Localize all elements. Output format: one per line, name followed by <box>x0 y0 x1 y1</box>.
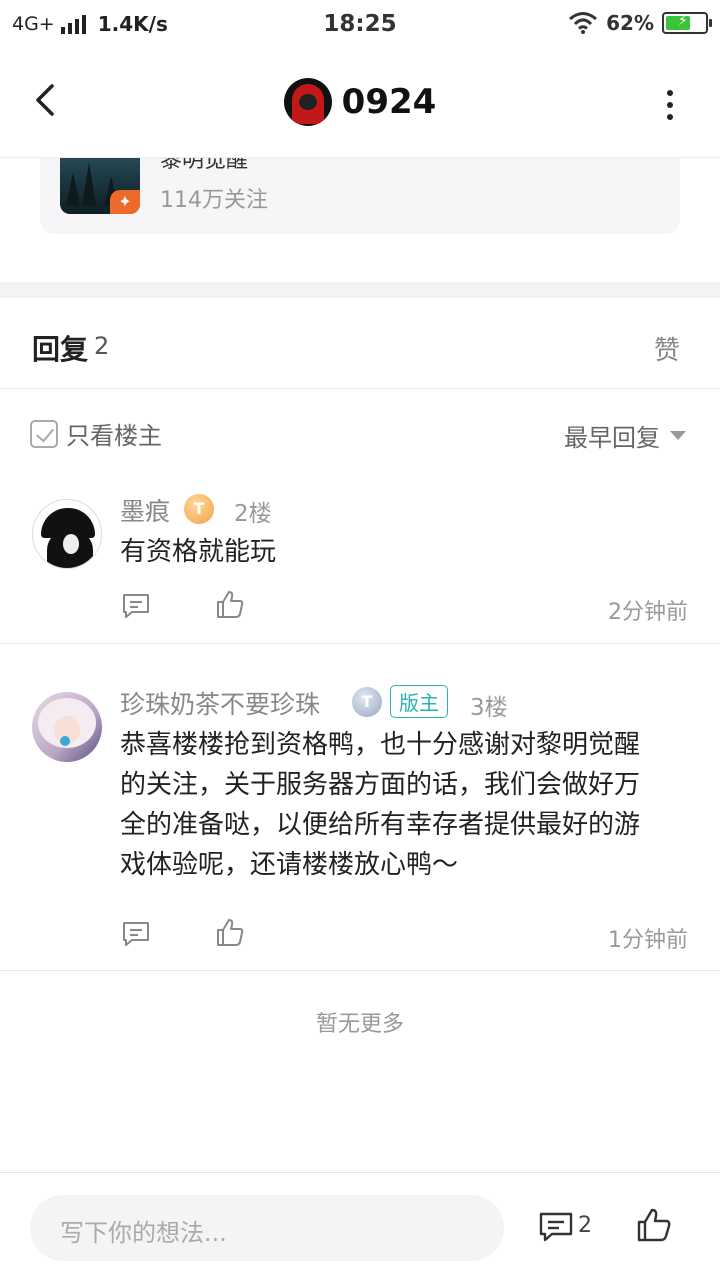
chevron-down-icon <box>670 431 686 440</box>
only-op-toggle[interactable]: 只看楼主 <box>30 416 162 451</box>
game-badge-icon: ✦ <box>110 190 140 214</box>
thumbs-up-icon[interactable] <box>214 916 246 948</box>
bottom-bar: 写下你的想法... 2 <box>0 1172 720 1280</box>
page-title: 0924 <box>341 82 437 122</box>
reply-time: 2分钟前 <box>608 600 688 625</box>
checkbox-icon[interactable] <box>30 419 58 448</box>
replies-label: 回复 <box>32 333 89 366</box>
no-more-text: 暂无更多 <box>315 1012 404 1037</box>
sort-label: 最早回复 <box>564 424 660 452</box>
sort-dropdown[interactable]: 最早回复 <box>564 418 686 453</box>
reply-content: 有资格就能玩 <box>120 532 276 572</box>
status-bar: 4G+ 1.4K/s 18:25 62% ⚡ <box>0 0 720 50</box>
forum-followers: 114万关注 <box>160 188 268 213</box>
floor-number: 2楼 <box>234 501 272 527</box>
reply-line: 有资格就能玩 <box>120 537 277 567</box>
username[interactable]: 珍珠奶茶不要珍珠 <box>120 685 320 721</box>
comment-input[interactable]: 写下你的想法... <box>30 1195 504 1261</box>
avatar[interactable] <box>32 499 102 569</box>
level-badge-icon: T <box>184 494 214 524</box>
comment-count: 2 <box>578 1213 592 1238</box>
thread-title: 0924 <box>0 78 720 126</box>
reply-line: 戏体验呢，还请楼楼放心鸭～ <box>120 850 459 880</box>
reply-line: 的关注，关于服务器方面的话，我们会做好万 <box>120 770 641 800</box>
reply-line: 恭喜楼楼抢到资格鸭，也十分感谢对黎明觉醒 <box>120 730 641 760</box>
battery-icon: ⚡ <box>662 12 712 34</box>
comment-icon[interactable] <box>120 918 152 950</box>
section-gap <box>0 282 720 298</box>
top-nav-overlay: 0924 <box>0 50 720 158</box>
divider <box>0 970 720 971</box>
status-right: 62% ⚡ <box>568 11 712 35</box>
divider <box>0 643 720 644</box>
author-avatar[interactable] <box>283 78 332 126</box>
avatar[interactable] <box>32 692 102 762</box>
thumbs-up-icon[interactable] <box>214 588 246 620</box>
reply-time: 1分钟前 <box>608 928 688 953</box>
only-op-label: 只看楼主 <box>66 422 162 450</box>
replies-count: 2 <box>94 332 110 360</box>
more-options-icon[interactable] <box>660 90 680 120</box>
floor-number: 3楼 <box>470 695 508 721</box>
tab-likes[interactable]: 赞 <box>654 330 680 367</box>
divider <box>0 388 720 389</box>
comment-icon[interactable] <box>120 590 152 622</box>
reply-content: 恭喜楼楼抢到资格鸭，也十分感谢对黎明觉醒 的关注，关于服务器方面的话，我们会做好… <box>120 725 690 885</box>
comment-icon[interactable] <box>538 1209 574 1245</box>
comment-input-placeholder: 写下你的想法... <box>60 1219 227 1247</box>
reply-line: 全的准备哒，以便给所有幸存者提供最好的游 <box>120 810 641 840</box>
thumbs-up-icon[interactable] <box>636 1207 672 1243</box>
wifi-icon <box>569 12 598 34</box>
battery-percent: 62% <box>606 11 654 35</box>
username[interactable]: 墨痕 <box>120 492 170 528</box>
level-badge-icon: T <box>352 687 382 717</box>
moderator-badge: 版主 <box>390 685 448 718</box>
